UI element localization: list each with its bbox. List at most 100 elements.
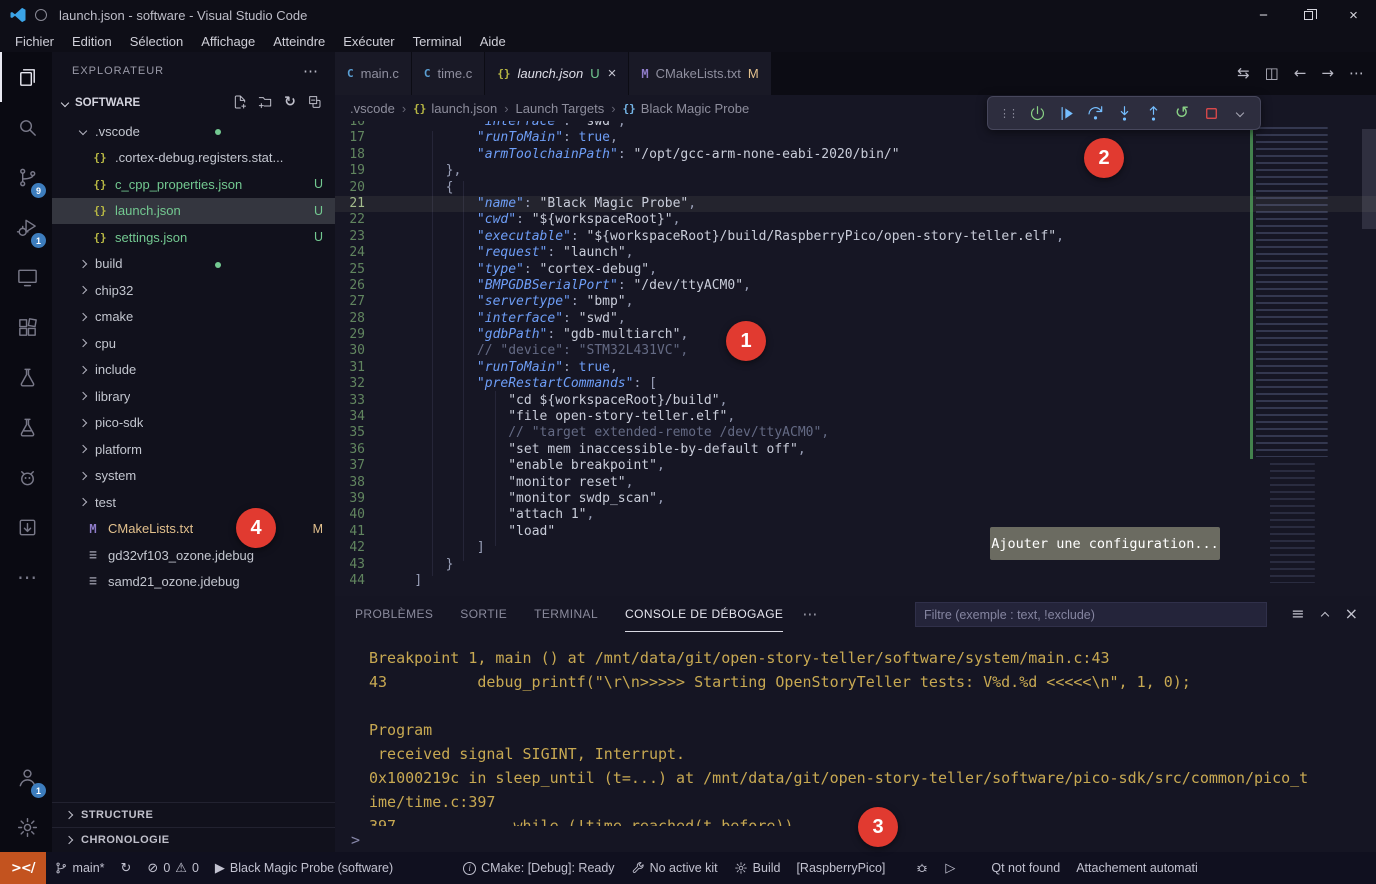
panel-more-actions-button[interactable]: ⋯ bbox=[802, 605, 817, 623]
code-line-39[interactable]: 39 "monitor swdp_scan", bbox=[335, 491, 1376, 507]
tree-item-cmake[interactable]: cmake bbox=[52, 304, 335, 331]
panel-tab-probl-mes[interactable]: PROBLÈMES bbox=[355, 596, 433, 632]
code-line-30[interactable]: 30 // "device": "STM32L431VC", bbox=[335, 343, 1376, 359]
code-line-27[interactable]: 27 "servertype": "bmp", bbox=[335, 294, 1376, 310]
debug-power-button[interactable] bbox=[1024, 100, 1050, 126]
code-line-37[interactable]: 37 "enable breakpoint", bbox=[335, 458, 1376, 474]
breadcrumb-black-magic-probe[interactable]: {}Black Magic Probe bbox=[623, 101, 750, 116]
code-line-35[interactable]: 35 // "target extended-remote /dev/ttyAC… bbox=[335, 425, 1376, 441]
tree-item-vscode[interactable]: .vscode bbox=[52, 118, 335, 145]
activity-testing[interactable] bbox=[0, 352, 52, 402]
debug-continue-button[interactable] bbox=[1053, 100, 1079, 126]
tree-item-test[interactable]: test bbox=[52, 489, 335, 516]
code-line-18[interactable]: 18 "armToolchainPath": "/opt/gcc-arm-non… bbox=[335, 147, 1376, 163]
activity-cortex-debug[interactable] bbox=[0, 452, 52, 502]
code-line-24[interactable]: 24 "request": "launch", bbox=[335, 245, 1376, 261]
new-folder-button[interactable] bbox=[257, 94, 275, 112]
clear-console-icon[interactable]: ≡ bbox=[1291, 606, 1304, 622]
tree-item-cmakelists-txt[interactable]: MCMakeLists.txtM bbox=[52, 516, 335, 543]
split-editor-button[interactable]: ◫ bbox=[1265, 65, 1279, 83]
tree-item-launch-json[interactable]: {}launch.jsonU bbox=[52, 198, 335, 225]
debug-stop-button[interactable] bbox=[1198, 100, 1224, 126]
workspace-section-header[interactable]: SOFTWARE ↻ bbox=[52, 90, 335, 116]
tree-item-settings-json[interactable]: {}settings.jsonU bbox=[52, 224, 335, 251]
status-problems[interactable]: ⊘0⚠0 bbox=[139, 852, 206, 884]
code-line-36[interactable]: 36 "set mem inaccessible-by-default off"… bbox=[335, 442, 1376, 458]
debug-grip-button[interactable]: ⋮⋮ bbox=[995, 100, 1021, 126]
status-remote-indicator[interactable]: ></ bbox=[0, 852, 46, 884]
activity-search[interactable] bbox=[0, 102, 52, 152]
close-button[interactable]: × bbox=[1331, 0, 1376, 30]
debug-restart-button[interactable]: ↺ bbox=[1169, 100, 1195, 126]
breadcrumb-vscode[interactable]: .vscode bbox=[350, 101, 395, 116]
tab-launch-json[interactable]: {}launch.jsonU× bbox=[485, 52, 629, 95]
editor-scrollbar[interactable] bbox=[1362, 129, 1376, 229]
add-configuration-button[interactable]: Ajouter une configuration... bbox=[990, 527, 1220, 560]
new-file-button[interactable] bbox=[232, 94, 250, 112]
code-line-28[interactable]: 28 "interface": "swd", bbox=[335, 311, 1376, 327]
menu-aide[interactable]: Aide bbox=[471, 34, 515, 49]
activity-additional-views[interactable]: ⋯ bbox=[0, 552, 52, 602]
code-line-34[interactable]: 34 "file open-story-teller.elf", bbox=[335, 409, 1376, 425]
navigate-back-button[interactable]: ← bbox=[1294, 65, 1307, 83]
tab-cmakelists-txt[interactable]: MCMakeLists.txtM bbox=[629, 52, 771, 95]
refresh-button[interactable]: ↻ bbox=[282, 94, 300, 112]
tree-item-c-cpp-properties-json[interactable]: {}c_cpp_properties.jsonU bbox=[52, 171, 335, 198]
menu-edition[interactable]: Edition bbox=[63, 34, 121, 49]
activity-manage[interactable] bbox=[0, 802, 52, 852]
status-cmake-target[interactable]: [RaspberryPico] bbox=[788, 852, 893, 884]
section-structure[interactable]: STRUCTURE bbox=[52, 802, 335, 827]
menu-s-lection[interactable]: Sélection bbox=[121, 34, 192, 49]
panel-tab-sortie[interactable]: SORTIE bbox=[460, 596, 507, 632]
tab-main-c[interactable]: Cmain.c bbox=[335, 52, 412, 95]
code-line-33[interactable]: 33 "cd ${workspaceRoot}/build", bbox=[335, 393, 1376, 409]
sidebar-more-actions-button[interactable]: ⋯ bbox=[303, 62, 319, 80]
tab-time-c[interactable]: Ctime.c bbox=[412, 52, 485, 95]
tree-item-samd21-ozone-jdebug[interactable]: ≡samd21_ozone.jdebug bbox=[52, 569, 335, 596]
debug-console-filter-input[interactable] bbox=[915, 602, 1267, 627]
code-line-21[interactable]: 21 "name": "Black Magic Probe", bbox=[335, 196, 1376, 212]
status-sync[interactable]: ↻ bbox=[113, 852, 140, 884]
tree-item-system[interactable]: system bbox=[52, 463, 335, 490]
status-auto-attach[interactable]: Attachement automati bbox=[1068, 852, 1206, 884]
status-cmake-kit[interactable]: No active kit bbox=[623, 852, 726, 884]
debug-console-output[interactable]: Breakpoint 1, main () at /mnt/data/git/o… bbox=[335, 636, 1366, 826]
menu-atteindre[interactable]: Atteindre bbox=[264, 34, 334, 49]
menu-ex-cuter[interactable]: Exécuter bbox=[334, 34, 403, 49]
panel-tab-terminal[interactable]: TERMINAL bbox=[534, 596, 598, 632]
close-panel-icon[interactable]: × bbox=[1345, 606, 1358, 622]
code-line-20[interactable]: 20 { bbox=[335, 180, 1376, 196]
tree-item-chip32[interactable]: chip32 bbox=[52, 277, 335, 304]
tree-item-include[interactable]: include bbox=[52, 357, 335, 384]
status-run-button[interactable]: ▷ bbox=[937, 852, 963, 884]
status-debug-launch-config[interactable]: ▶Black Magic Probe (software) bbox=[207, 852, 401, 884]
code-line-44[interactable]: 44 ] bbox=[335, 573, 1376, 589]
code-line-43[interactable]: 43 } bbox=[335, 557, 1376, 573]
code-line-22[interactable]: 22 "cwd": "${workspaceRoot}", bbox=[335, 212, 1376, 228]
tree-item-library[interactable]: library bbox=[52, 383, 335, 410]
code-line-23[interactable]: 23 "executable": "${workspaceRoot}/build… bbox=[335, 229, 1376, 245]
breadcrumb-launch-json[interactable]: {}launch.json bbox=[413, 101, 497, 116]
menu-affichage[interactable]: Affichage bbox=[192, 34, 264, 49]
activity-explorer[interactable] bbox=[0, 52, 52, 102]
code-line-38[interactable]: 38 "monitor reset", bbox=[335, 475, 1376, 491]
breadcrumb-launch-targets[interactable]: Launch Targets bbox=[516, 101, 605, 116]
tree-item-cortex-debug-registers-stat[interactable]: {}.cortex-debug.registers.stat... bbox=[52, 145, 335, 172]
tree-item-platform[interactable]: platform bbox=[52, 436, 335, 463]
close-tab-button[interactable]: × bbox=[608, 65, 617, 82]
code-line-31[interactable]: 31 "runToMain": true, bbox=[335, 360, 1376, 376]
debug-chevron-button[interactable] bbox=[1227, 100, 1253, 126]
status-git-branch[interactable]: main* bbox=[46, 852, 113, 884]
status-qt-status[interactable]: Qt not found bbox=[983, 852, 1068, 884]
code-line-29[interactable]: 29 "gdbPath": "gdb-multiarch", bbox=[335, 327, 1376, 343]
minimap[interactable] bbox=[1250, 123, 1362, 591]
activity-extensions[interactable] bbox=[0, 302, 52, 352]
tree-item-pico-sdk[interactable]: pico-sdk bbox=[52, 410, 335, 437]
collapse-all-button[interactable] bbox=[307, 94, 325, 112]
status-cmake-build[interactable]: Build bbox=[726, 852, 789, 884]
debug-step-over-button[interactable] bbox=[1082, 100, 1108, 126]
more-actions-button[interactable]: ⋯ bbox=[1349, 65, 1364, 83]
panel-tab-console-de-d-bogage[interactable]: CONSOLE DE DÉBOGAGE bbox=[625, 596, 783, 632]
activity-source-control[interactable]: 9 bbox=[0, 152, 52, 202]
minimize-button[interactable]: − bbox=[1241, 0, 1286, 30]
